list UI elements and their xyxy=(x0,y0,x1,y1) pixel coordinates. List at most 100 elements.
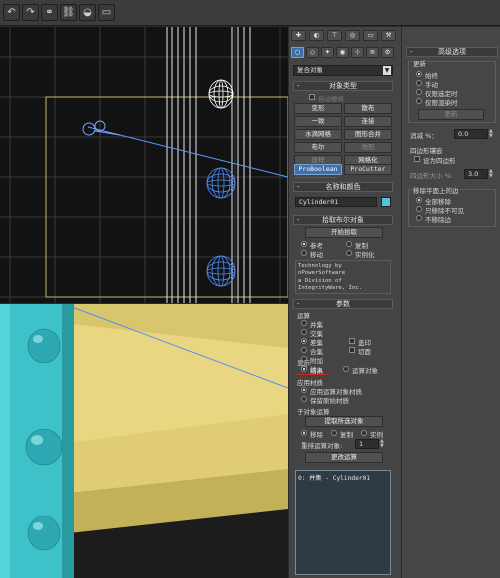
proboolean-button[interactable]: ProBoolean xyxy=(294,164,342,175)
apply-operand-material-radio[interactable] xyxy=(301,387,307,393)
systems-icon[interactable]: ⚙ xyxy=(381,47,394,58)
operands-label: 运算对象 xyxy=(352,367,378,375)
result-radio[interactable] xyxy=(301,366,307,372)
redo-icon[interactable]: ↷ xyxy=(22,4,39,21)
create-icon[interactable]: ✚ xyxy=(291,30,306,41)
boolean-button[interactable]: 布尔 xyxy=(294,142,342,153)
decimate-field[interactable]: 0.0 xyxy=(454,129,488,139)
object-name-field[interactable]: Cylinder01 xyxy=(295,197,377,207)
sub-copy-radio[interactable] xyxy=(331,430,337,436)
proboolean-underline xyxy=(295,177,337,178)
credits-box: Technology by nPowerSoftware a Division … xyxy=(295,260,391,294)
autogrid-checkbox[interactable] xyxy=(309,94,315,100)
list-item[interactable]: 0: 并集 - Cylinder01 xyxy=(298,473,370,482)
manual-radio[interactable] xyxy=(416,80,422,86)
undo-icon[interactable]: ↶ xyxy=(3,4,20,21)
hierarchy-icon[interactable]: ⊤ xyxy=(327,30,342,41)
retain-original-material-label: 保留原始材质 xyxy=(310,397,349,405)
union-radio[interactable] xyxy=(301,320,307,326)
copy-radio[interactable] xyxy=(346,241,352,247)
utilities-icon[interactable]: ⚒ xyxy=(381,30,396,41)
modify-icon[interactable]: ◐ xyxy=(309,30,324,41)
merge-radio[interactable] xyxy=(301,347,307,353)
perspective-viewport[interactable] xyxy=(0,304,288,578)
cookie-checkbox[interactable] xyxy=(349,347,355,353)
main-toolbar: ↶ ↷ ⚭ ⛓ ◒ ▭ xyxy=(0,0,500,26)
spacewarps-icon[interactable]: ≋ xyxy=(366,47,379,58)
terrain-button[interactable]: 地形 xyxy=(344,142,392,153)
select-link-icon[interactable]: ⚭ xyxy=(41,4,58,21)
credits-line: a Division of xyxy=(298,277,342,284)
remove-invisible-radio[interactable] xyxy=(416,206,422,212)
instance-radio[interactable] xyxy=(346,250,352,256)
name-color-title: 名称和颜色 xyxy=(325,183,361,191)
geometry-icon[interactable]: ○ xyxy=(291,47,304,58)
category-icons: ○ ◇ ✦ ◉ ⊹ ≋ ⚙ xyxy=(291,46,399,60)
bind-warp-icon[interactable]: ◒ xyxy=(79,4,96,21)
update-button[interactable]: 更新 xyxy=(418,109,484,120)
no-edge-removal-radio[interactable] xyxy=(416,215,422,221)
retain-original-material-radio[interactable] xyxy=(301,396,307,402)
morph-button[interactable]: 变形 xyxy=(294,103,342,114)
remove-label: 移除 xyxy=(310,431,323,439)
no-edge-removal-label: 不移除边 xyxy=(425,216,451,224)
motion-icon[interactable]: ◎ xyxy=(345,30,360,41)
make-quads-checkbox[interactable] xyxy=(414,156,420,162)
connect-button[interactable]: 连接 xyxy=(344,116,392,127)
shapes-icon[interactable]: ◇ xyxy=(306,47,319,58)
quad-size-field[interactable]: 3.0 xyxy=(464,169,488,179)
reorder-label: 重排运算对象: xyxy=(301,442,343,450)
remove-radio[interactable] xyxy=(301,430,307,436)
unlink-icon[interactable]: ⛓ xyxy=(60,4,77,21)
sub-copy-label: 复制 xyxy=(340,431,353,439)
decimate-spinner-icon[interactable]: ▲ ▼ xyxy=(489,129,494,139)
when-rendering-radio[interactable] xyxy=(416,98,422,104)
reorder-spinner-icon[interactable]: ▲ ▼ xyxy=(380,439,385,449)
object-type-title: 对象类型 xyxy=(329,82,357,90)
blobmesh-button[interactable]: 水滴网格 xyxy=(294,129,342,140)
rollout-collapse-icon: - xyxy=(297,216,300,224)
remove-all-radio[interactable] xyxy=(416,197,422,203)
sub-instance-radio[interactable] xyxy=(361,430,367,436)
when-selected-radio[interactable] xyxy=(416,89,422,95)
rollout-collapse-icon: - xyxy=(297,300,300,308)
cookie-label: 切面 xyxy=(358,348,371,356)
panel-tabs: ✚ ◐ ⊤ ◎ ▭ ⚒ xyxy=(291,29,399,43)
layers-icon[interactable]: ▭ xyxy=(98,4,115,21)
name-color-rollout-header[interactable]: - 名称和颜色 xyxy=(293,182,393,192)
object-type-rollout-header[interactable]: - 对象类型 xyxy=(293,81,393,91)
update-label: 更新 xyxy=(412,58,427,68)
decimate-label: 消减 %： xyxy=(410,132,438,140)
change-operation-button[interactable]: 更改运算 xyxy=(305,452,383,463)
parameters-rollout-header[interactable]: - 参数 xyxy=(293,299,393,309)
imprint-checkbox[interactable] xyxy=(349,338,355,344)
pick-boolean-rollout-header[interactable]: - 拾取布尔对象 xyxy=(293,215,393,225)
front-viewport[interactable] xyxy=(0,27,288,303)
reference-radio[interactable] xyxy=(301,241,307,247)
lights-icon[interactable]: ✦ xyxy=(321,47,334,58)
start-pick-button[interactable]: 开始拾取 xyxy=(305,227,383,238)
front-viewport-scene xyxy=(0,27,288,303)
cameras-icon[interactable]: ◉ xyxy=(336,47,349,58)
conform-button[interactable]: 一致 xyxy=(294,116,342,127)
procutter-button[interactable]: ProCutter xyxy=(344,164,392,175)
instance-label: 实例化 xyxy=(355,251,375,259)
quad-size-spinner-icon[interactable]: ▲ ▼ xyxy=(489,169,494,179)
intersection-radio[interactable] xyxy=(301,329,307,335)
display-icon[interactable]: ▭ xyxy=(363,30,378,41)
always-radio[interactable] xyxy=(416,71,422,77)
rollout-collapse-icon: - xyxy=(410,48,413,56)
move-radio[interactable] xyxy=(301,250,307,256)
operands-list[interactable]: 0: 并集 - Cylinder01 xyxy=(295,470,391,575)
object-color-swatch[interactable] xyxy=(381,197,391,207)
shapemerge-button[interactable]: 图形合并 xyxy=(344,129,392,140)
operands-radio[interactable] xyxy=(343,366,349,372)
subtraction-radio[interactable] xyxy=(301,338,307,344)
credits-line: IntegrityWare, Inc. xyxy=(298,285,362,292)
helpers-icon[interactable]: ⊹ xyxy=(351,47,364,58)
object-category-dropdown[interactable]: 复合对象 ▼ xyxy=(293,65,393,76)
advanced-rollout-header[interactable]: - 高级选项 xyxy=(406,47,498,57)
reorder-field[interactable]: 1 xyxy=(355,439,379,449)
extract-selected-button[interactable]: 提取所选对象 xyxy=(305,416,383,427)
scatter-button[interactable]: 散布 xyxy=(344,103,392,114)
